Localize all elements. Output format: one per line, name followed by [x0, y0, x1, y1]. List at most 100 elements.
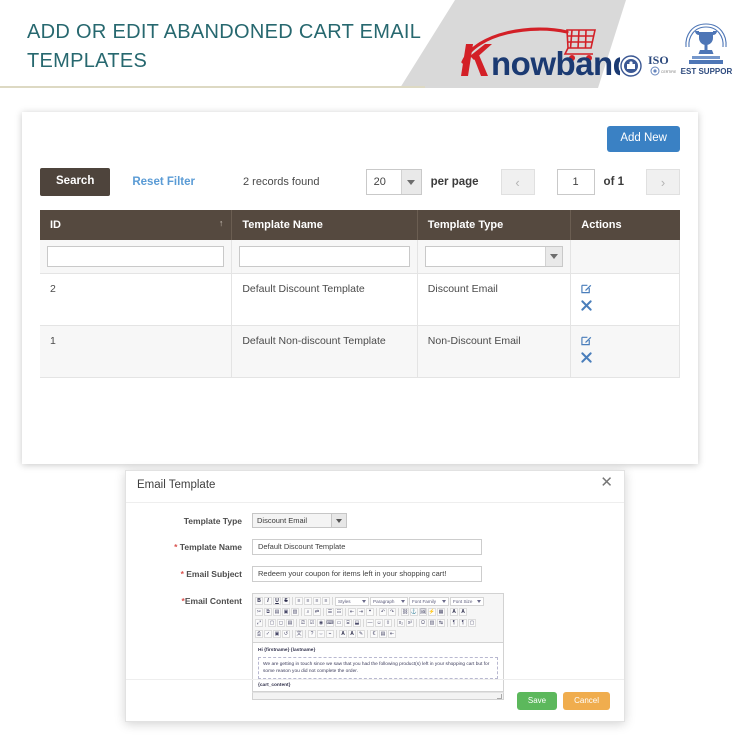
font-family-dropdown[interactable]: Font Family — [409, 596, 449, 606]
close-icon[interactable]: ✕ — [600, 475, 613, 490]
wrap-icon[interactable]: ⇤ — [388, 630, 396, 638]
rtl-direction-icon[interactable]: ¶ — [459, 619, 467, 627]
print-icon[interactable]: ⎙ — [255, 630, 263, 638]
undo-icon[interactable]: ↶ — [379, 608, 387, 616]
image-icon[interactable]: 🖼 — [419, 608, 427, 616]
email-subject-input[interactable]: Redeem your coupon for items left in you… — [252, 566, 482, 582]
filter-input-id[interactable] — [47, 246, 225, 267]
maximize-icon[interactable]: ⤢ — [255, 619, 263, 627]
font-size-dropdown[interactable]: Font Size — [450, 596, 484, 606]
edit-icon[interactable] — [581, 335, 669, 349]
edit-icon[interactable] — [581, 283, 669, 297]
redo-icon[interactable]: ↷ — [388, 608, 396, 616]
toolbar-divider — [292, 630, 293, 638]
horizontal-rule-icon[interactable]: — — [366, 619, 374, 627]
button-icon[interactable]: ⬓ — [353, 619, 361, 627]
subscript-icon[interactable]: x₂ — [397, 619, 405, 627]
table-row[interactable]: 2 Default Discount Template Discount Ema… — [40, 273, 680, 326]
template-type-select[interactable]: Discount Email — [252, 513, 347, 528]
table-row[interactable]: 1 Default Non-discount Template Non-Disc… — [40, 325, 680, 378]
strikethrough-icon[interactable]: S — [282, 597, 290, 605]
cut-icon[interactable]: ✂ — [255, 608, 263, 616]
iframe-icon[interactable]: ▥ — [428, 619, 436, 627]
column-header-id[interactable]: ID ↑ — [40, 210, 233, 240]
blockquote-icon[interactable]: ❝ — [366, 608, 374, 616]
bidi-icon[interactable]: ⇔ — [317, 630, 325, 638]
filter-input-template-name[interactable] — [239, 246, 410, 267]
ltr-direction-icon[interactable]: ¶ — [450, 619, 458, 627]
about-icon[interactable]: ? — [308, 630, 316, 638]
bulleted-list-icon[interactable]: ☰ — [326, 608, 334, 616]
italic-icon[interactable]: I — [264, 597, 272, 605]
bold-icon[interactable]: B — [255, 597, 263, 605]
unlink-icon[interactable]: ⛓ — [401, 608, 409, 616]
decrease-indent-icon[interactable]: ⇤ — [348, 608, 356, 616]
template-name-input[interactable]: Default Discount Template — [252, 539, 482, 555]
copy-icon[interactable]: ⧉ — [264, 608, 272, 616]
replace-icon[interactable]: ⇄ — [313, 608, 321, 616]
table-icon[interactable]: ▦ — [437, 608, 445, 616]
increase-indent-icon[interactable]: ⇥ — [357, 608, 365, 616]
source-icon[interactable]: ◻ — [277, 619, 285, 627]
textarea-icon[interactable]: ▭ — [335, 619, 343, 627]
background-color-icon[interactable]: A — [459, 608, 467, 616]
select-all-icon[interactable]: ▣ — [273, 630, 281, 638]
anchor-icon[interactable]: ⚓ — [410, 608, 418, 616]
column-header-template-type[interactable]: Template Type — [417, 210, 572, 240]
text-color-icon[interactable]: A — [450, 608, 458, 616]
flash-icon[interactable]: ⚡ — [428, 608, 436, 616]
add-new-button[interactable]: Add New — [607, 126, 680, 152]
smiley-icon[interactable]: ☺ — [375, 619, 383, 627]
align-justify-icon[interactable]: ≡ — [322, 597, 330, 605]
spellcheck-icon[interactable]: ✓ — [264, 630, 272, 638]
currency-icon[interactable]: € — [370, 630, 378, 638]
copy-format-icon[interactable]: ⌁ — [326, 630, 334, 638]
decrease-font-icon[interactable]: A — [348, 630, 356, 638]
filter-select-template-type[interactable] — [424, 246, 564, 267]
rtl-icon[interactable]: ↹ — [437, 619, 445, 627]
div-container-icon[interactable]: ▢ — [468, 619, 476, 627]
cancel-button[interactable]: Cancel — [563, 691, 610, 710]
save-draft-icon[interactable]: ▤ — [379, 630, 387, 638]
numbered-list-icon[interactable]: ☷ — [335, 608, 343, 616]
page-number-input[interactable]: 1 — [556, 169, 595, 195]
search-button[interactable]: Search — [40, 168, 111, 196]
superscript-icon[interactable]: x² — [406, 619, 414, 627]
reset-filter-link[interactable]: Reset Filter — [132, 176, 195, 188]
highlight-icon[interactable]: ✎ — [357, 630, 365, 638]
find-icon[interactable]: ⌕ — [304, 608, 312, 616]
align-right-icon[interactable]: ≡ — [313, 597, 321, 605]
previous-page-button[interactable]: ‹ — [500, 169, 535, 195]
cell-actions — [570, 273, 680, 326]
radio-icon[interactable]: ◉ — [317, 619, 325, 627]
form-icon[interactable]: ⎚ — [299, 619, 307, 627]
text-field-icon[interactable]: ⌨ — [326, 619, 334, 627]
align-left-icon[interactable]: ≡ — [295, 597, 303, 605]
column-header-template-name[interactable]: Template Name — [231, 210, 418, 240]
templates-icon[interactable]: ▤ — [286, 619, 294, 627]
next-page-button[interactable]: › — [646, 169, 680, 195]
delete-icon[interactable] — [581, 299, 669, 314]
show-blocks-icon[interactable]: ▢ — [268, 619, 276, 627]
underline-icon[interactable]: U — [273, 597, 281, 605]
language-icon[interactable]: 文 — [295, 630, 303, 638]
per-page-select[interactable]: 20 — [365, 169, 422, 195]
delete-icon[interactable] — [581, 351, 669, 366]
save-button[interactable]: Save — [516, 691, 558, 710]
special-char-icon[interactable]: Ω — [419, 619, 427, 627]
paste-word-icon[interactable]: ▥ — [291, 608, 299, 616]
paste-text-icon[interactable]: ▣ — [282, 608, 290, 616]
toolbar-divider — [265, 619, 266, 627]
paragraph-format-dropdown[interactable]: Paragraph — [370, 596, 408, 606]
cell-template-name: Default Discount Template — [231, 273, 418, 326]
toolbar-divider — [345, 608, 346, 616]
page-break-icon[interactable]: ⇳ — [384, 619, 392, 627]
paste-icon[interactable]: ▤ — [273, 608, 281, 616]
select-field-icon[interactable]: ⌸ — [344, 619, 352, 627]
increase-font-icon[interactable]: A — [339, 630, 347, 638]
align-center-icon[interactable]: ≡ — [304, 597, 312, 605]
remove-format-icon[interactable]: ↺ — [282, 630, 290, 638]
checkbox-icon[interactable]: ☑ — [308, 619, 316, 627]
styles-dropdown[interactable]: Styles — [335, 596, 369, 606]
label-email-subject: * Email Subject — [140, 566, 252, 579]
